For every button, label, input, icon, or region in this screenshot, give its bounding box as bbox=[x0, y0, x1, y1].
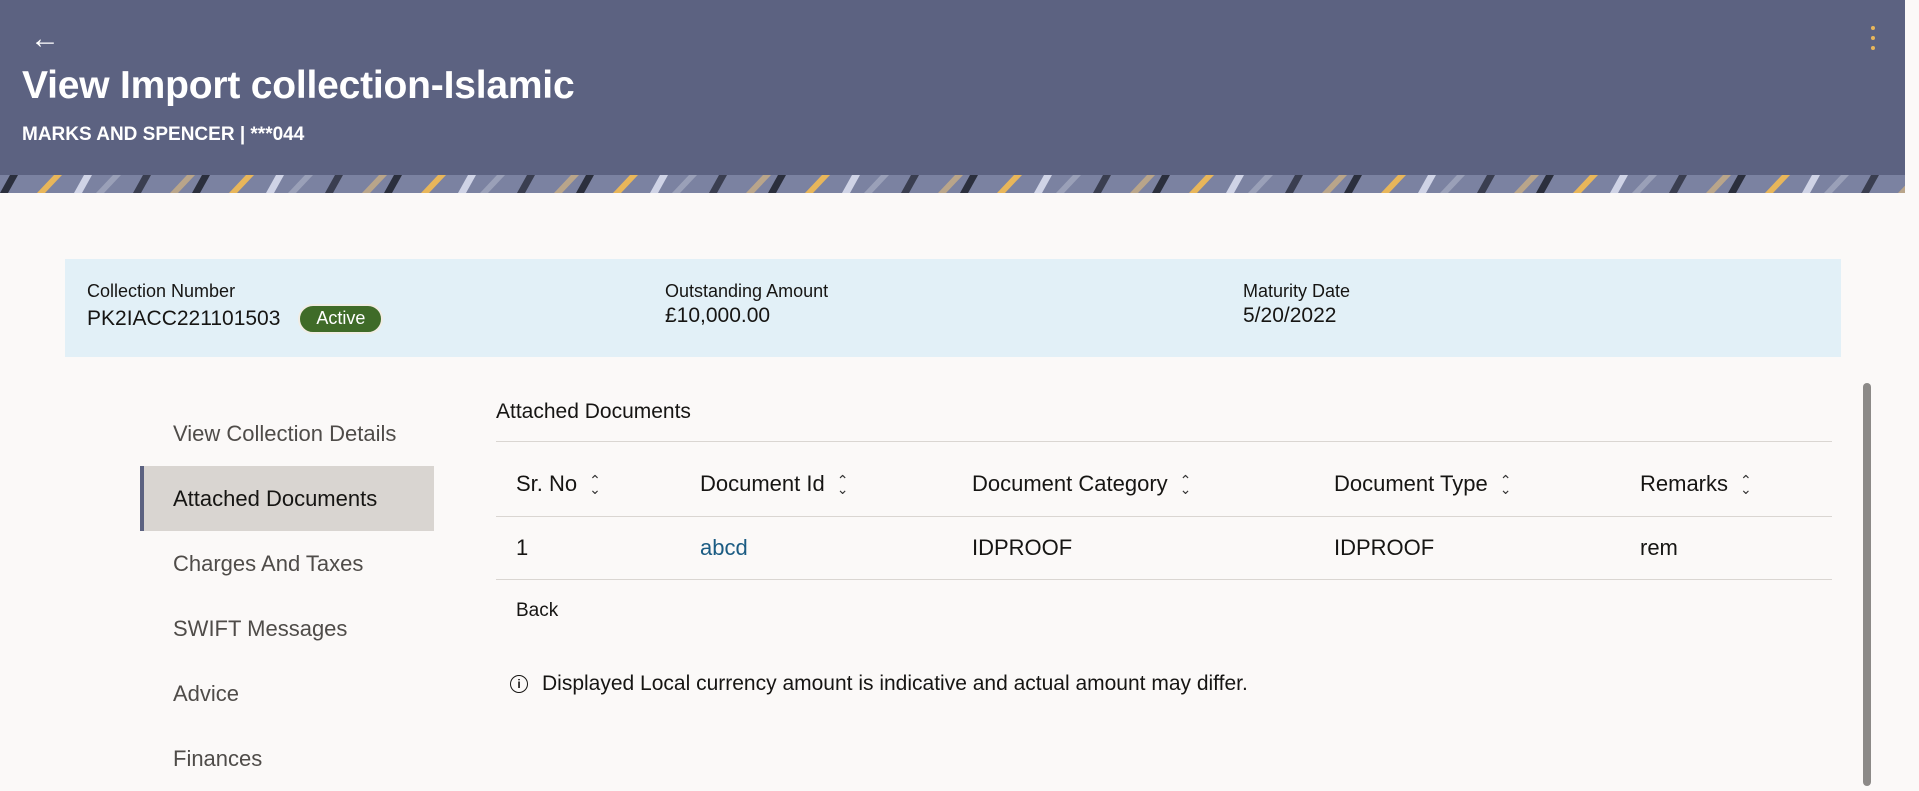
info-icon: i bbox=[510, 675, 528, 693]
sort-icon[interactable]: ⌃ ⌄ bbox=[1180, 473, 1192, 496]
header-decorative-band bbox=[0, 175, 1905, 193]
cell-remarks: rem bbox=[1620, 516, 1832, 580]
sidenav-item-attached-documents[interactable]: Attached Documents bbox=[140, 466, 434, 531]
column-header-document-id[interactable]: Document Id ⌃ ⌄ bbox=[680, 452, 952, 517]
column-header-document-type[interactable]: Document Type ⌃ ⌄ bbox=[1314, 452, 1620, 517]
sort-icon[interactable]: ⌃ ⌄ bbox=[837, 473, 849, 496]
table-header-row: Sr. No ⌃ ⌄ Document Id ⌃ ⌄ Document Category… bbox=[496, 452, 1832, 517]
page-header: ← View Import collection-Islamic MARKS A… bbox=[0, 0, 1905, 193]
column-label: Sr. No bbox=[516, 471, 578, 496]
collection-number-label: Collection Number bbox=[87, 281, 236, 301]
column-header-remarks[interactable]: Remarks ⌃ ⌄ bbox=[1620, 452, 1832, 517]
page-subtitle: MARKS AND SPENCER | ***044 bbox=[22, 124, 305, 145]
cell-document-type: IDPROOF bbox=[1314, 516, 1620, 580]
sidenav-item-swift-messages[interactable]: SWIFT Messages bbox=[140, 596, 434, 661]
back-arrow-icon[interactable]: ← bbox=[30, 24, 70, 54]
outstanding-amount-label: Outstanding Amount bbox=[665, 281, 829, 301]
column-header-document-category[interactable]: Document Category ⌃ ⌄ bbox=[952, 452, 1314, 517]
table-row: 1 abcd IDPROOF IDPROOF rem bbox=[496, 516, 1832, 580]
outstanding-amount-block: Outstanding Amount £10,000.00 bbox=[665, 281, 828, 328]
kebab-menu-icon[interactable] bbox=[1866, 26, 1880, 50]
column-label: Remarks bbox=[1640, 471, 1729, 496]
sort-icon[interactable]: ⌃ ⌄ bbox=[1740, 473, 1752, 496]
cell-document-id: abcd bbox=[680, 516, 952, 580]
currency-disclaimer: i Displayed Local currency amount is ind… bbox=[510, 672, 1832, 696]
sort-icon[interactable]: ⌃ ⌄ bbox=[589, 473, 601, 496]
column-label: Document Id bbox=[700, 471, 825, 496]
column-header-sr-no[interactable]: Sr. No ⌃ ⌄ bbox=[496, 452, 680, 517]
sidenav-item-charges-and-taxes[interactable]: Charges And Taxes bbox=[140, 531, 434, 596]
attached-documents-panel: Attached Documents Sr. No ⌃ ⌄ Document Id ⌃… bbox=[496, 394, 1832, 696]
maturity-date-value: 5/20/2022 bbox=[1243, 304, 1337, 327]
status-badge: Active bbox=[298, 304, 384, 334]
cell-document-category: IDPROOF bbox=[952, 516, 1314, 580]
section-title: Attached Documents bbox=[496, 394, 1832, 442]
column-label: Document Category bbox=[972, 471, 1168, 496]
page-title: View Import collection-Islamic bbox=[22, 64, 575, 107]
sidenav-item-finances[interactable]: Finances bbox=[140, 726, 434, 791]
collection-number-value: PK2IACC221101503 bbox=[87, 307, 281, 330]
outstanding-amount-value: £10,000.00 bbox=[665, 304, 771, 327]
vertical-scrollbar[interactable] bbox=[1863, 383, 1871, 786]
maturity-date-block: Maturity Date 5/20/2022 bbox=[1243, 281, 1350, 328]
collection-number-block: Collection Number PK2IACC221101503 Activ… bbox=[87, 281, 384, 334]
sidenav-item-advice[interactable]: Advice bbox=[140, 661, 434, 726]
documents-table: Sr. No ⌃ ⌄ Document Id ⌃ ⌄ Document Category… bbox=[496, 452, 1832, 580]
cell-sr-no: 1 bbox=[496, 516, 680, 580]
document-id-link[interactable]: abcd bbox=[700, 535, 748, 560]
sort-icon[interactable]: ⌃ ⌄ bbox=[1500, 473, 1512, 496]
side-navigation: View Collection Details Attached Documen… bbox=[140, 401, 434, 791]
sidenav-item-view-collection-details[interactable]: View Collection Details bbox=[140, 401, 434, 466]
disclaimer-text: Displayed Local currency amount is indic… bbox=[542, 672, 1248, 695]
column-label: Document Type bbox=[1334, 471, 1488, 496]
collection-summary: Collection Number PK2IACC221101503 Activ… bbox=[65, 259, 1841, 357]
back-button[interactable]: Back bbox=[516, 600, 558, 622]
maturity-date-label: Maturity Date bbox=[1243, 281, 1351, 301]
